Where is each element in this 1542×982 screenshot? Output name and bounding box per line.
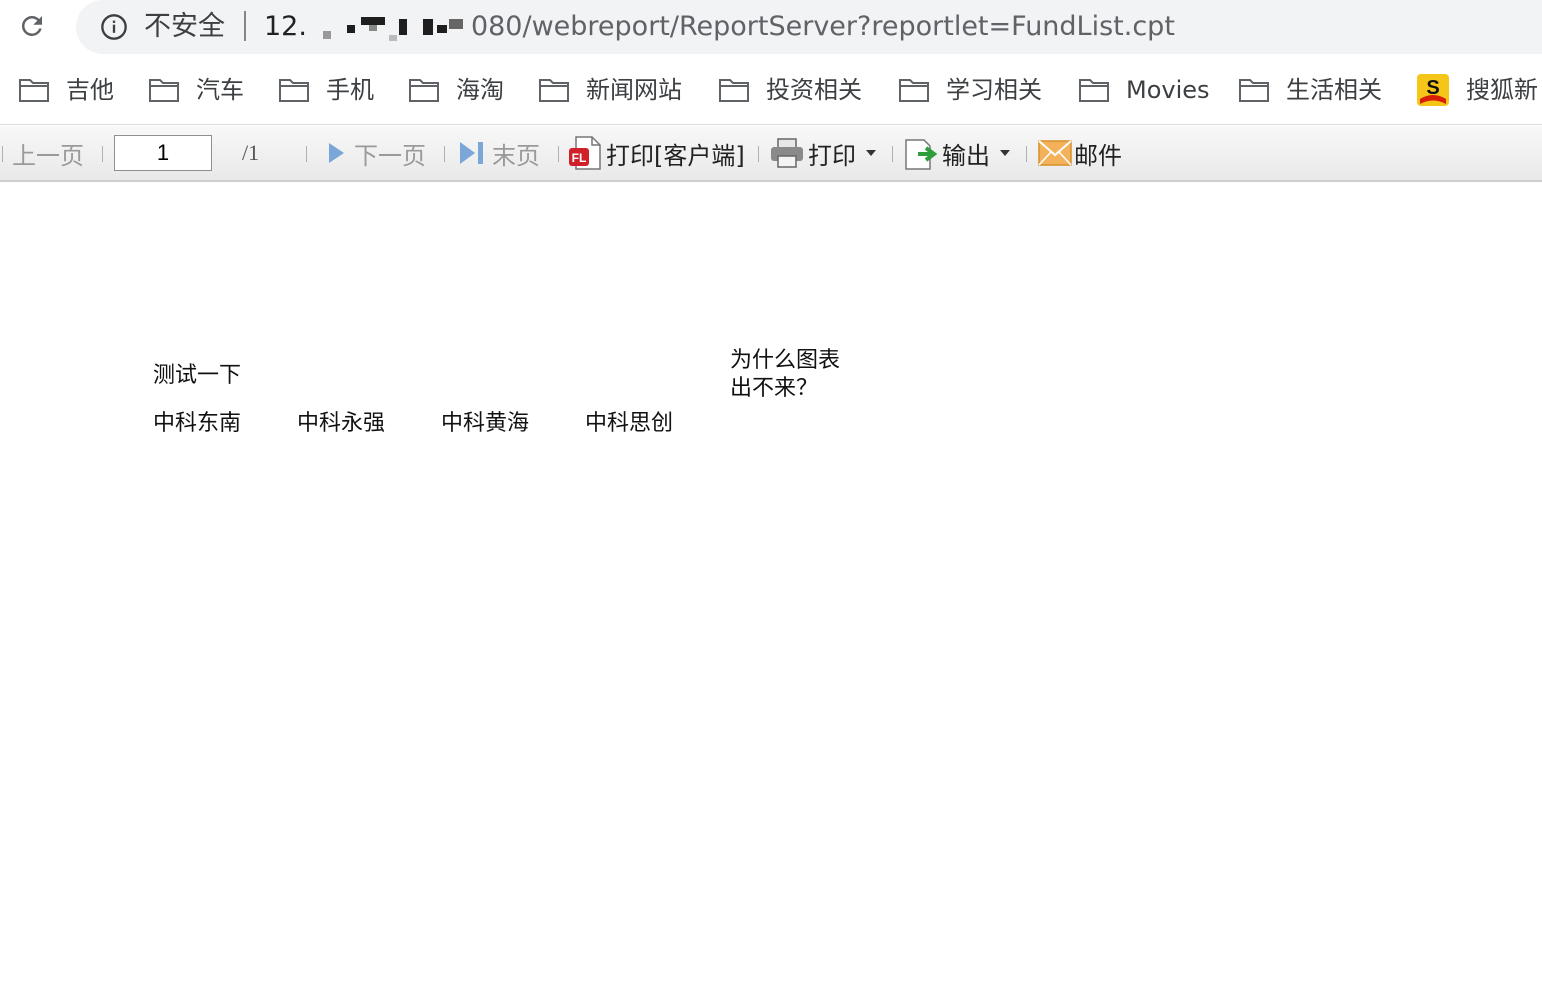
bookmark-label: Movies xyxy=(1126,76,1210,104)
prev-page-button[interactable]: 上一页 xyxy=(12,126,84,180)
folder-icon xyxy=(1239,79,1269,102)
print-menu-button[interactable]: 打印 xyxy=(770,126,876,180)
info-icon[interactable] xyxy=(100,13,128,41)
bookmark-label: 海淘 xyxy=(456,76,504,104)
folder-icon xyxy=(1079,79,1109,102)
client-print-button[interactable]: FL 打印[客户端] xyxy=(568,126,745,180)
last-page-button[interactable]: 末页 xyxy=(458,126,540,180)
redacted-url-mask xyxy=(307,9,471,45)
prev-page-label: 上一页 xyxy=(12,141,84,170)
bookmark-folder-guitar[interactable]: 吉他 xyxy=(18,72,114,108)
bookmark-label: 生活相关 xyxy=(1286,76,1382,104)
url-text[interactable]: 12. 080/webreport/ReportServer?reportlet… xyxy=(264,9,1175,45)
browser-address-row: 不安全 12. 080/webreport/ReportServer?repor… xyxy=(0,0,1542,54)
bookmark-label: 汽车 xyxy=(196,76,244,104)
folder-icon xyxy=(19,79,49,102)
bookmark-folder-cars[interactable]: 汽车 xyxy=(148,72,244,108)
bookmark-label: 搜狐新 xyxy=(1466,76,1538,104)
sohu-icon: S xyxy=(1417,74,1449,106)
folder-icon xyxy=(899,79,929,102)
url-path: 080/webreport/ReportServer?reportlet=Fun… xyxy=(470,11,1175,42)
reload-icon xyxy=(21,15,42,36)
folder-icon xyxy=(539,79,569,102)
url-host: 12. xyxy=(264,11,307,42)
folder-icon xyxy=(409,79,439,102)
bookmark-label: 新闻网站 xyxy=(586,76,682,104)
bookmark-folder-investing[interactable]: 投资相关 xyxy=(718,72,862,108)
page-number-input[interactable]: 1 xyxy=(114,135,212,171)
fund-name-cell: 中科思创 xyxy=(585,411,674,436)
toolbar-separator xyxy=(558,146,559,162)
report-note-cell: 为什么图表出不来？ xyxy=(730,348,841,401)
toolbar-separator xyxy=(758,146,759,162)
svg-text:S: S xyxy=(1426,77,1439,99)
bookmark-label: 吉他 xyxy=(66,76,114,104)
bookmark-folder-haitao[interactable]: 海淘 xyxy=(408,72,504,108)
dropdown-caret-icon xyxy=(866,150,876,156)
omnibox-divider xyxy=(244,11,246,41)
folder-icon xyxy=(149,79,179,102)
page-total: /1 xyxy=(242,140,260,165)
toolbar-separator xyxy=(102,146,103,162)
bookmark-folder-phones[interactable]: 手机 xyxy=(278,72,374,108)
bookmark-label: 投资相关 xyxy=(766,76,862,104)
bookmark-folder-learning[interactable]: 学习相关 xyxy=(898,72,1042,108)
printer-icon xyxy=(771,138,803,168)
toolbar-separator xyxy=(1026,146,1027,162)
bookmarks-bar: 吉他 汽车 手机 海淘 新闻网站 投资相关 学习相关 Movies 生活相关 S xyxy=(0,54,1542,125)
bookmark-folder-news[interactable]: 新闻网站 xyxy=(538,72,682,108)
next-page-button[interactable]: 下一页 xyxy=(324,126,426,180)
export-label: 输出 xyxy=(942,141,990,170)
toolbar-separator xyxy=(892,146,893,162)
folder-icon xyxy=(279,79,309,102)
play-icon xyxy=(329,143,344,163)
bookmark-folder-movies[interactable]: Movies xyxy=(1078,72,1210,108)
folder-icon xyxy=(719,79,749,102)
omnibox[interactable]: 不安全 12. 080/webreport/ReportServer?repor… xyxy=(76,0,1542,54)
svg-text:FL: FL xyxy=(572,151,587,165)
toolbar-separator xyxy=(306,146,307,162)
bookmark-sohu-news[interactable]: S 搜狐新 xyxy=(1416,72,1538,108)
bookmark-folder-life[interactable]: 生活相关 xyxy=(1238,72,1382,108)
next-page-label: 下一页 xyxy=(354,141,426,170)
dropdown-caret-icon xyxy=(1000,150,1010,156)
skip-end-icon xyxy=(460,142,483,164)
mail-icon xyxy=(1038,140,1072,166)
security-status-label[interactable]: 不安全 xyxy=(144,9,225,45)
reload-button[interactable] xyxy=(14,8,50,44)
fund-name-cell: 中科东南 xyxy=(153,411,242,436)
flash-print-icon: FL xyxy=(569,136,601,170)
toolbar-separator xyxy=(444,146,445,162)
email-button[interactable]: 邮件 xyxy=(1038,126,1122,180)
report-toolbar: 上一页 1 /1 下一页 末页 FL 打印[客户端] 打印 输出 邮件 xyxy=(0,126,1542,182)
export-menu-button[interactable]: 输出 xyxy=(904,126,1010,180)
fund-name-cell: 中科黄海 xyxy=(441,411,530,436)
mail-label: 邮件 xyxy=(1074,141,1122,170)
bookmark-label: 手机 xyxy=(326,76,374,104)
bookmark-label: 学习相关 xyxy=(946,76,1042,104)
fund-name-cell: 中科永强 xyxy=(297,411,386,436)
last-page-label: 末页 xyxy=(492,141,540,170)
export-icon xyxy=(905,139,938,170)
report-title-cell: 测试一下 xyxy=(153,363,242,388)
toolbar-separator xyxy=(2,146,3,162)
client-print-label: 打印[客户端] xyxy=(606,141,745,170)
print-label: 打印 xyxy=(808,141,856,170)
